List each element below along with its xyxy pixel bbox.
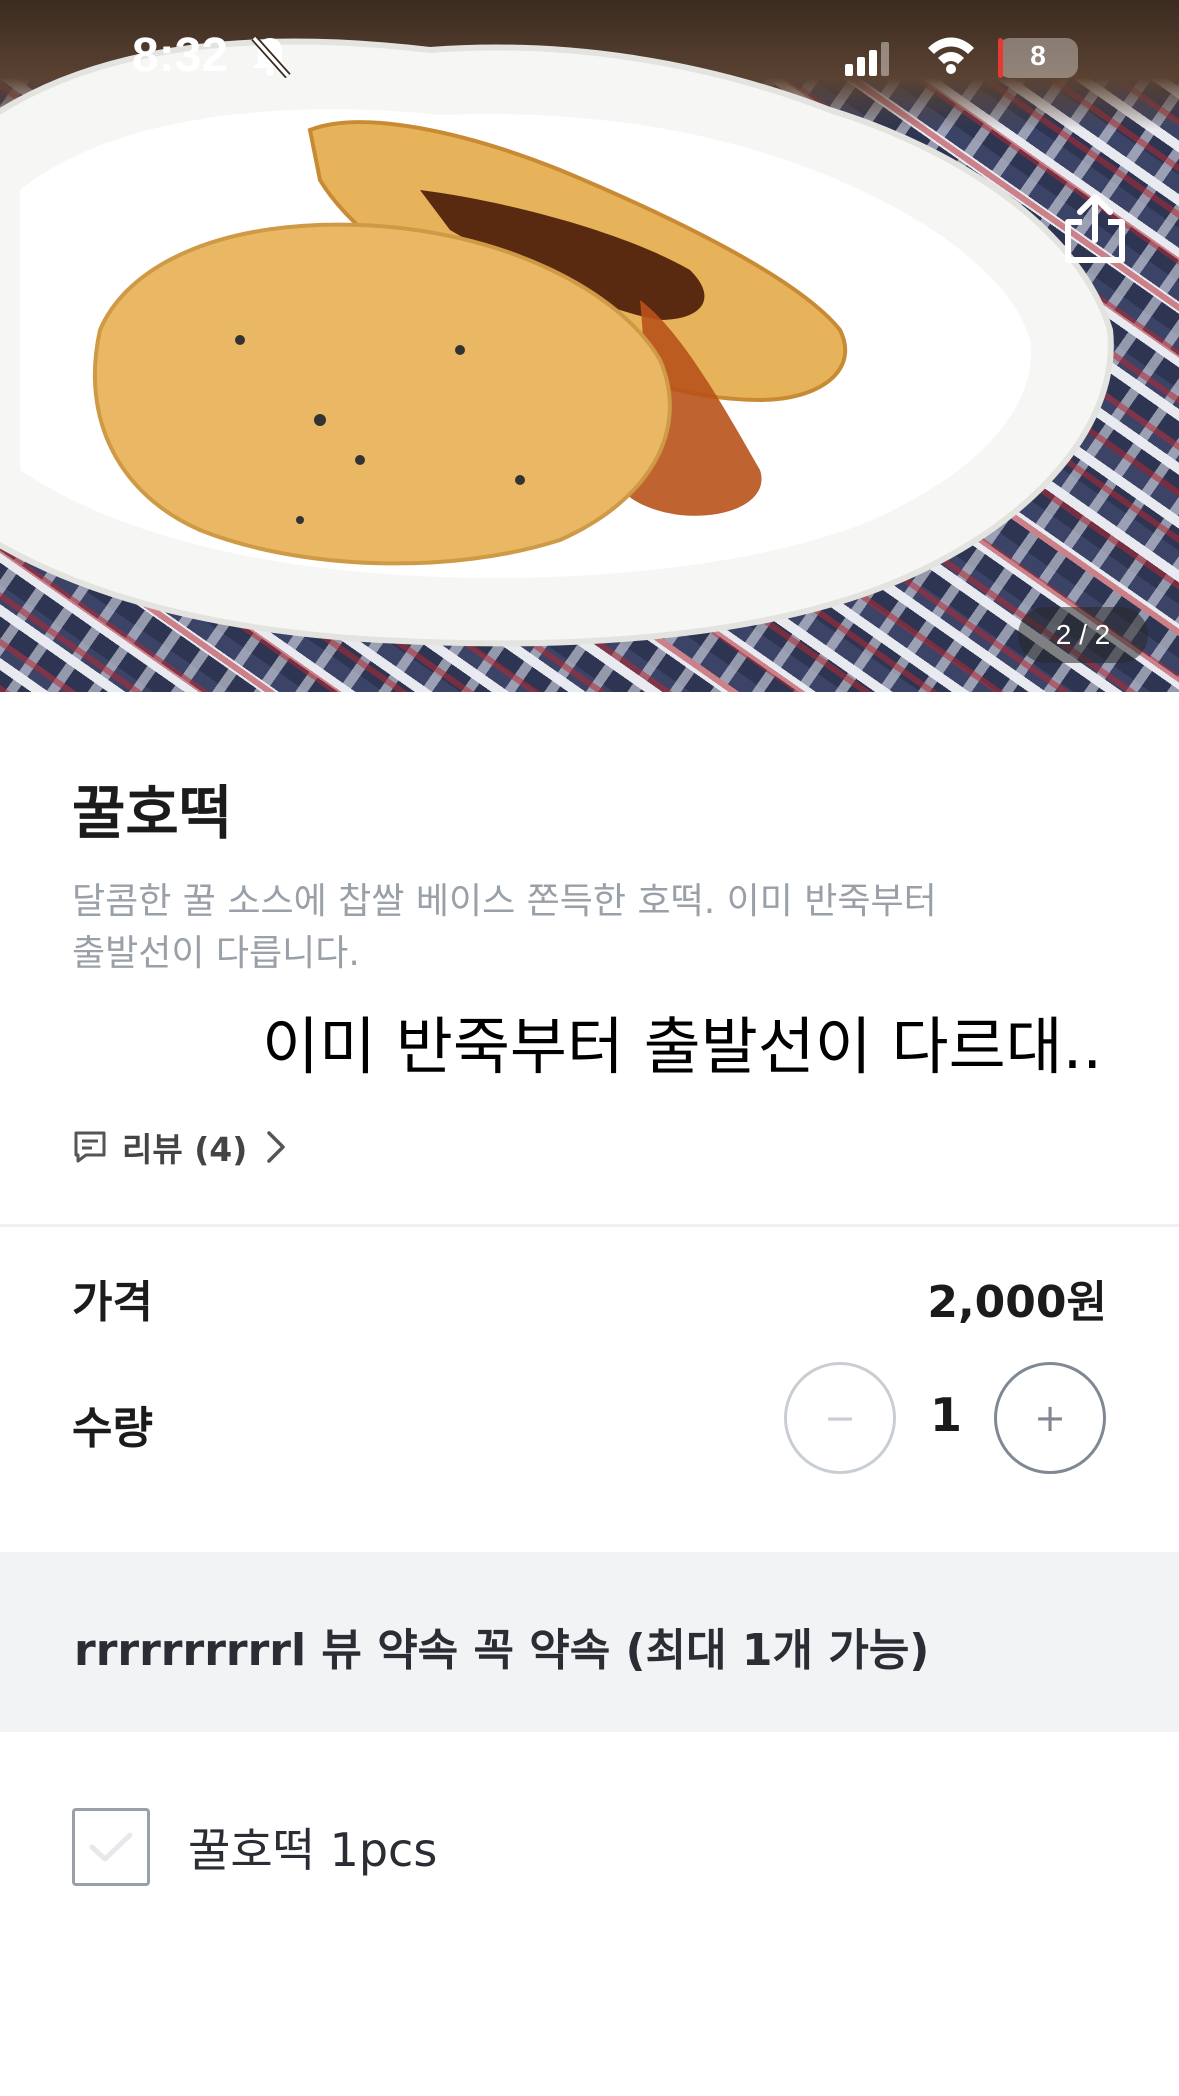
plus-icon: + [1034, 1396, 1066, 1440]
price-label: 가격 [72, 1277, 153, 1328]
status-bar: 8:32 8 [0, 0, 1179, 115]
battery-percent: 8 [1030, 40, 1046, 71]
comment-icon [74, 1131, 106, 1163]
checkmark-icon [89, 1832, 133, 1862]
product-description: 달콤한 꿀 소스에 찹쌀 베이스 쫀득한 호떡. 이미 반죽부터 출발선이 다릅… [72, 876, 1072, 980]
quantity-value: 1 [929, 1388, 962, 1442]
caption-overlay-text: 이미 반죽부터 출발선이 다르대.. [262, 1010, 1103, 1083]
bell-muted-icon [248, 34, 292, 82]
wifi-icon [926, 36, 976, 78]
share-icon [1065, 194, 1125, 263]
share-button[interactable] [1060, 192, 1130, 266]
battery-indicator: 8 [998, 38, 1078, 78]
cellular-signal-icon [845, 42, 891, 80]
minus-icon: − [824, 1396, 856, 1440]
back-button[interactable] [62, 200, 132, 260]
image-counter-badge: 2 / 2 [1018, 607, 1148, 663]
arrow-left-icon [67, 205, 127, 255]
price-value: 2,000원 [927, 1277, 1107, 1328]
option-section-title: rrrrrrrrrrl 뷰 약속 꼭 약속 (최대 1개 가능) [74, 1625, 930, 1676]
section-divider [0, 1224, 1179, 1227]
chevron-right-icon [267, 1131, 286, 1163]
reviews-label: 리뷰 (4) [122, 1130, 248, 1169]
product-description-line: 달콤한 꿀 소스에 찹쌀 베이스 쫀득한 호떡. 이미 반죽부터 [72, 881, 937, 922]
option-checkbox[interactable] [72, 1808, 150, 1886]
quantity-increase-button[interactable]: + [994, 1362, 1106, 1474]
option-item[interactable]: 꿀호떡 1pcs [72, 1808, 437, 1886]
option-item-label: 꿀호떡 1pcs [188, 1823, 438, 1877]
product-title: 꿀호떡 [72, 779, 233, 847]
status-time: 8:32 [132, 29, 229, 82]
product-detail-page: 8:32 8 2 / 2 꿀호떡 달콤한 꿀 소스에 찹쌀 베이스 쫀득한 호떡… [0, 0, 1179, 2096]
quantity-label: 수량 [72, 1403, 153, 1454]
product-image[interactable]: 8:32 8 2 / 2 [0, 0, 1179, 692]
quantity-decrease-button[interactable]: − [784, 1362, 896, 1474]
option-section-header: rrrrrrrrrrl 뷰 약속 꼭 약속 (최대 1개 가능) [0, 1552, 1179, 1732]
product-description-line: 출발선이 다릅니다. [72, 933, 360, 974]
reviews-link[interactable]: 리뷰 (4) [72, 1124, 287, 1170]
